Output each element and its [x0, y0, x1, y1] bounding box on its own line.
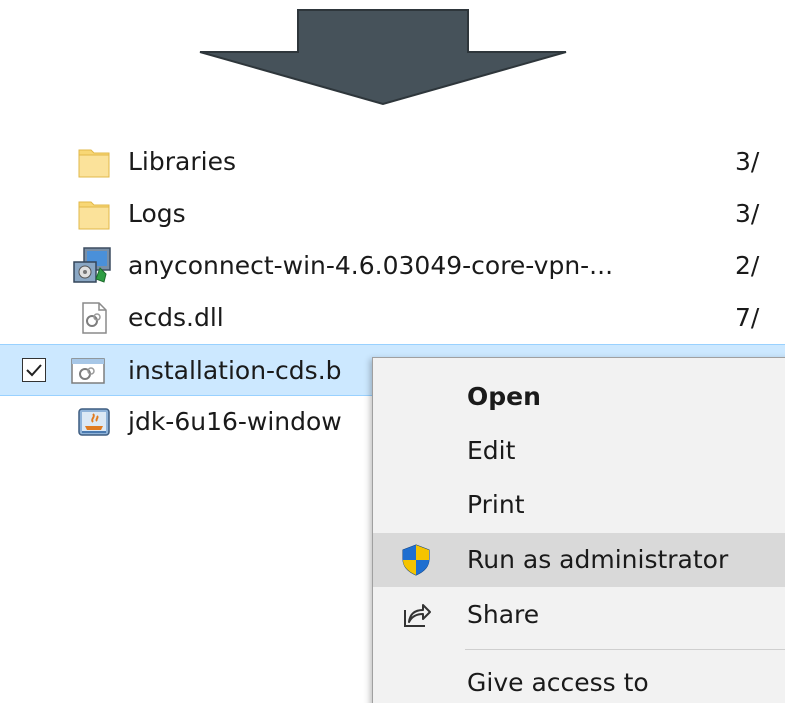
file-date: 7/: [735, 303, 760, 332]
dll-file-icon: [82, 302, 107, 334]
menu-item-share[interactable]: Share: [373, 588, 785, 642]
file-row-ecds-dll[interactable]: ecds.dll 7/: [0, 292, 785, 344]
file-name: installation-cds.b: [128, 356, 342, 385]
menu-separator: [465, 649, 785, 650]
file-date: 3/: [735, 147, 760, 176]
file-date: 3/: [735, 199, 760, 228]
menu-item-label: Give access to: [467, 668, 649, 697]
batch-file-icon: [71, 358, 105, 384]
file-name: Libraries: [128, 147, 236, 176]
uac-shield-icon: [402, 544, 430, 576]
menu-item-label: Run as administrator: [467, 545, 729, 574]
file-name: ecds.dll: [128, 303, 224, 332]
context-menu: Open Edit Print Run as administrator Sha…: [372, 357, 785, 703]
menu-item-label: Print: [467, 490, 525, 519]
file-name: anyconnect-win-4.6.03049-core-vpn-...: [128, 251, 614, 280]
menu-item-open[interactable]: Open: [373, 370, 785, 424]
menu-item-edit[interactable]: Edit: [373, 424, 785, 478]
java-installer-icon: [78, 408, 110, 436]
menu-item-print[interactable]: Print: [373, 478, 785, 532]
checkmark-icon: [26, 364, 42, 377]
folder-icon: [78, 149, 110, 178]
folder-icon: [78, 201, 110, 230]
file-date: 2/: [735, 251, 760, 280]
file-name: jdk-6u16-window: [128, 407, 342, 436]
down-arrow-annotation: [199, 9, 567, 106]
file-row-anyconnect[interactable]: anyconnect-win-4.6.03049-core-vpn-... 2/: [0, 240, 785, 292]
share-icon: [404, 604, 431, 627]
menu-item-label: Edit: [467, 436, 516, 465]
menu-item-run-as-administrator[interactable]: Run as administrator: [373, 533, 785, 587]
file-row-libraries[interactable]: Libraries 3/: [0, 136, 785, 188]
explorer-window: Libraries 3/ Logs 3/ anyconnect-win-4.6.…: [0, 0, 785, 703]
menu-item-label: Share: [467, 600, 540, 629]
menu-item-label: Open: [467, 382, 541, 411]
file-name: Logs: [128, 199, 186, 228]
file-row-logs[interactable]: Logs 3/: [0, 188, 785, 240]
row-checkbox[interactable]: [22, 358, 46, 382]
installer-icon: [73, 247, 111, 283]
menu-item-give-access-to[interactable]: Give access to: [373, 656, 785, 703]
